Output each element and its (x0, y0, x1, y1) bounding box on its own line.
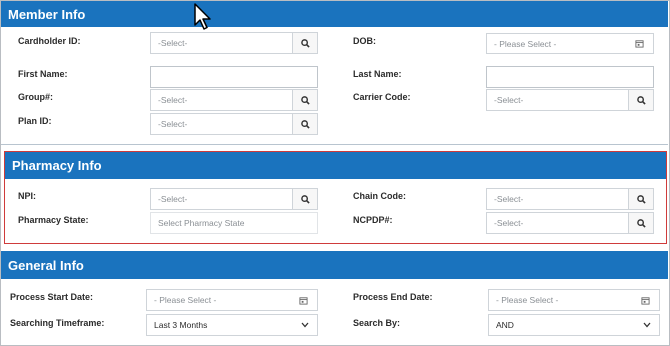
magnifier-icon (636, 218, 646, 228)
ncpdp-value: -Select- (494, 218, 524, 228)
npi-value: -Select- (158, 194, 188, 204)
dob-placeholder: - Please Select - (494, 38, 557, 49)
magnifier-icon (300, 95, 310, 105)
magnifier-icon (636, 194, 646, 204)
plan-id-label: Plan ID: (18, 116, 52, 126)
process-end-date-label: Process End Date: (353, 292, 433, 302)
group-field[interactable]: -Select- (150, 89, 318, 111)
member-info-title: Member Info (8, 6, 86, 22)
ncpdp-field[interactable]: -Select- (486, 212, 654, 234)
carrier-code-field[interactable]: -Select- (486, 89, 654, 111)
plan-search-button[interactable] (292, 114, 317, 134)
last-name-label: Last Name: (353, 69, 402, 79)
searching-timeframe-value: Last 3 Months (154, 320, 208, 330)
calendar-icon[interactable] (631, 39, 647, 48)
cardholder-id-label: Cardholder ID: (18, 36, 81, 46)
general-info-header: General Info (1, 251, 668, 279)
pharmacy-state-label: Pharmacy State: (18, 215, 89, 225)
search-by-select[interactable]: AND (488, 314, 660, 336)
ncpdp-label: NCPDP#: (353, 215, 393, 225)
cardholder-id-value: -Select- (158, 38, 188, 48)
cardholder-id-field[interactable]: -Select- (150, 32, 318, 54)
group-search-button[interactable] (292, 90, 317, 110)
group-value: -Select- (158, 95, 188, 105)
chain-code-field[interactable]: -Select- (486, 188, 654, 210)
process-end-date-placeholder: - Please Select - (496, 295, 559, 305)
chain-search-button[interactable] (628, 189, 653, 209)
calendar-icon[interactable] (295, 296, 311, 305)
plan-id-field[interactable]: -Select- (150, 113, 318, 135)
mouse-pointer-icon (194, 3, 211, 30)
carrier-code-label: Carrier Code: (353, 92, 411, 102)
carrier-code-value: -Select- (494, 95, 524, 105)
search-form: Member Info Cardholder ID: -Select- DOB:… (0, 0, 670, 346)
chain-code-value: -Select- (494, 194, 524, 204)
pharmacy-state-field[interactable]: Select Pharmacy State (150, 212, 318, 234)
calendar-icon[interactable] (637, 296, 653, 305)
section-divider (1, 144, 668, 145)
searching-timeframe-label: Searching Timeframe: (10, 318, 105, 328)
pharmacy-state-placeholder: Select Pharmacy State (158, 218, 245, 228)
dob-label: DOB: (353, 36, 376, 46)
search-by-label: Search By: (353, 318, 401, 328)
carrier-search-button[interactable] (628, 90, 653, 110)
plan-id-value: -Select- (158, 119, 188, 129)
pharmacy-info-title: Pharmacy Info (12, 158, 102, 173)
npi-field[interactable]: -Select- (150, 188, 318, 210)
magnifier-icon (300, 194, 310, 204)
npi-search-button[interactable] (292, 189, 317, 209)
dob-field[interactable]: - Please Select - (486, 33, 654, 54)
process-start-date-label: Process Start Date: (10, 292, 94, 302)
group-label: Group#: (18, 92, 53, 102)
cardholder-search-button[interactable] (292, 33, 317, 53)
first-name-input[interactable] (150, 66, 318, 88)
search-by-value: AND (496, 320, 514, 330)
npi-label: NPI: (18, 191, 36, 201)
process-end-date-field[interactable]: - Please Select - (488, 289, 660, 311)
general-info-title: General Info (8, 257, 84, 273)
member-info-header: Member Info (1, 1, 668, 27)
magnifier-icon (300, 119, 310, 129)
process-start-date-placeholder: - Please Select - (154, 295, 217, 305)
ncpdp-search-button[interactable] (628, 213, 653, 233)
magnifier-icon (636, 95, 646, 105)
pharmacy-info-header: Pharmacy Info (5, 152, 666, 179)
first-name-label: First Name: (18, 69, 68, 79)
process-start-date-field[interactable]: - Please Select - (146, 289, 318, 311)
magnifier-icon (300, 38, 310, 48)
chevron-down-icon (639, 322, 655, 328)
last-name-input[interactable] (486, 66, 654, 88)
chevron-down-icon (297, 322, 313, 328)
chain-code-label: Chain Code: (353, 191, 406, 201)
searching-timeframe-select[interactable]: Last 3 Months (146, 314, 318, 336)
